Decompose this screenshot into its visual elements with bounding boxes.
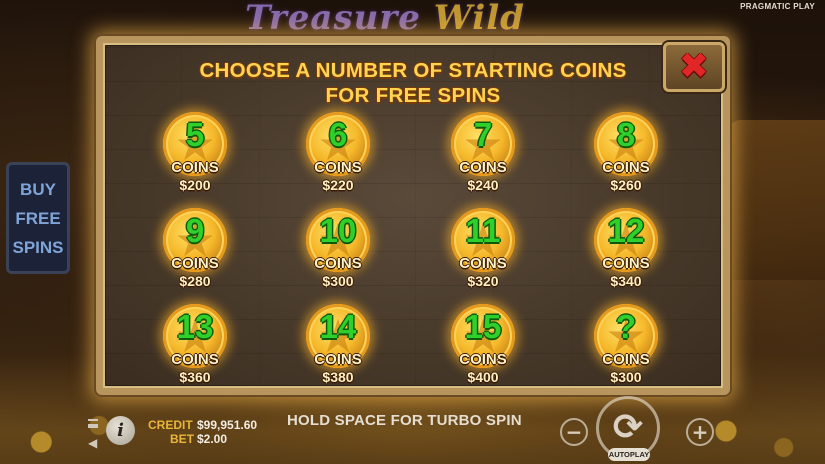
increase-bet-button[interactable]: + (686, 418, 714, 446)
buy-free-spins-button[interactable]: BUY FREE SPINS (6, 162, 70, 274)
coin-price: $200 (179, 177, 211, 193)
coin-price: $380 (322, 369, 354, 385)
info-icon: i (117, 419, 124, 441)
autoplay-button[interactable]: AUTOPLAY (608, 448, 650, 461)
game-logo: Treasure Wild (245, 0, 525, 38)
coin-price: $360 (179, 369, 211, 385)
coin-count: 6 (328, 116, 348, 153)
close-icon: ✖ (678, 46, 710, 87)
bet-value: $2.00 (197, 432, 228, 446)
coin-unit-label: COINS (602, 255, 650, 272)
coin-count: 7 (473, 116, 493, 153)
coin-unit-label: COINS (314, 159, 362, 176)
coin-unit-label: COINS (314, 351, 362, 368)
minus-icon: − (565, 420, 583, 444)
coin-count: 10 (319, 212, 357, 249)
coin-unit-label: COINS (459, 351, 507, 368)
info-button[interactable]: i (106, 416, 135, 445)
coin-count: 11 (465, 212, 501, 249)
treasure-chest (730, 120, 825, 280)
coin-count: 15 (464, 308, 502, 345)
coin-price: $320 (467, 273, 499, 289)
spin-arrows-icon: ⟳ (612, 407, 644, 448)
coin-unit-label: COINS (602, 159, 650, 176)
sound-icon[interactable]: ◀ (88, 437, 97, 449)
coin-count: 12 (607, 212, 645, 249)
credit-label: CREDIT (148, 418, 193, 432)
credit-value: $99,951.60 (197, 418, 258, 432)
coin-price: $280 (179, 273, 211, 289)
coin-count: 13 (176, 308, 214, 345)
coin-price: $400 (467, 369, 499, 385)
coin-price: $300 (322, 273, 354, 289)
coin-unit-label: COINS (459, 255, 507, 272)
coin-price: $220 (322, 177, 354, 193)
coin-count: 9 (185, 212, 205, 249)
coin-count: 8 (616, 116, 636, 153)
decrease-bet-button[interactable]: − (560, 418, 588, 446)
coin-unit-label: COINS (314, 255, 362, 272)
coin-count: ? (615, 308, 637, 345)
menu-icon[interactable] (88, 419, 98, 428)
coin-unit-label: COINS (171, 255, 219, 272)
bet-label: BET (170, 432, 194, 446)
plus-icon: + (691, 420, 709, 444)
close-button[interactable]: ✖ (663, 42, 725, 92)
coin-price: $340 (610, 273, 642, 289)
coin-count: 14 (319, 308, 357, 345)
coin-unit-label: COINS (171, 159, 219, 176)
coin-unit-label: COINS (171, 351, 219, 368)
provider-logo: PRAGMATIC PLAY (740, 2, 815, 11)
turbo-spin-hint: HOLD SPACE FOR TURBO SPIN (287, 412, 522, 429)
buy-free-spins-label: BUY FREE SPINS (12, 179, 64, 257)
coin-count: 5 (185, 116, 205, 153)
dialog-title: CHOOSE A NUMBER OF STARTING COINS FOR FR… (199, 59, 627, 107)
coin-unit-label: COINS (602, 351, 650, 368)
coin-unit-label: COINS (459, 159, 507, 176)
coin-price: $240 (467, 177, 499, 193)
coin-price: $260 (610, 177, 642, 193)
coin-price: $300 (610, 369, 642, 385)
